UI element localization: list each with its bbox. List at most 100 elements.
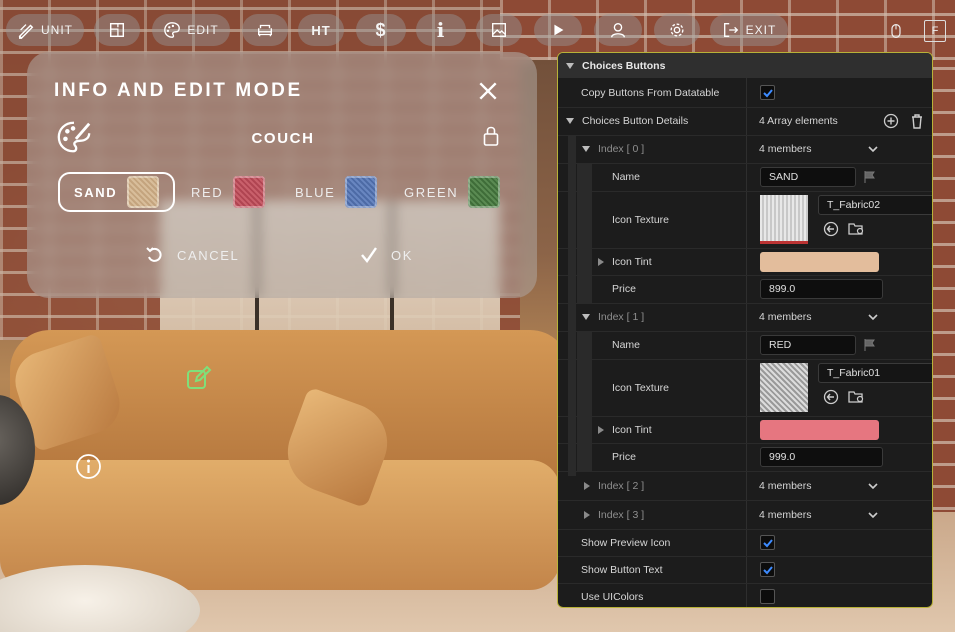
choice-label: GREEN xyxy=(404,184,459,200)
tint-color-swatch[interactable] xyxy=(760,420,879,440)
name-input[interactable]: SAND xyxy=(760,167,856,187)
sofa-icon xyxy=(258,24,272,37)
choices-details-row[interactable]: Choices Button Details 4 Array elements xyxy=(558,108,932,134)
trash-icon[interactable] xyxy=(910,113,924,129)
gallery-button[interactable] xyxy=(476,14,522,46)
texture-asset-field[interactable]: T_Fabric01 xyxy=(818,363,932,383)
choice-blue-button[interactable]: BLUE xyxy=(281,172,391,212)
mouse-icon xyxy=(885,20,907,42)
object-name: COUCH xyxy=(251,130,315,147)
expand-triangle-icon xyxy=(598,258,604,266)
flag-icon[interactable] xyxy=(863,170,877,184)
check-icon xyxy=(361,247,377,263)
browse-folder-icon[interactable] xyxy=(848,389,866,405)
name-label: Name xyxy=(612,171,641,183)
info-circle-icon[interactable] xyxy=(75,453,102,480)
add-element-icon[interactable] xyxy=(883,113,899,129)
unit-button[interactable]: UNIT xyxy=(6,14,84,46)
image-icon xyxy=(492,23,506,37)
flag-icon[interactable] xyxy=(863,338,877,352)
info-button[interactable]: i xyxy=(416,14,466,46)
height-button[interactable]: HT xyxy=(298,14,344,46)
expand-triangle-icon xyxy=(584,482,590,490)
index-2-row[interactable]: Index [ 2 ] 4 members xyxy=(558,472,932,500)
panel-title: INFO AND EDIT MODE xyxy=(54,80,303,101)
show-preview-icon-checkbox[interactable] xyxy=(760,535,775,550)
ok-button[interactable]: OK xyxy=(359,244,413,266)
tint-color-swatch[interactable] xyxy=(760,252,879,272)
furniture-button[interactable] xyxy=(242,14,288,46)
choice-label: RED xyxy=(191,184,224,200)
cancel-button[interactable]: CANCEL xyxy=(145,244,239,266)
members-count: 4 members xyxy=(759,311,812,323)
use-selected-icon[interactable] xyxy=(823,389,839,405)
choice-sand-button[interactable]: SAND xyxy=(58,172,176,212)
members-count: 4 members xyxy=(759,509,812,521)
chevron-down-icon[interactable] xyxy=(868,145,878,153)
texture-label: Icon Texture xyxy=(612,214,670,226)
index-1-row[interactable]: Index [ 1 ] 4 members xyxy=(558,304,932,330)
expand-triangle-icon xyxy=(584,511,590,519)
unit-label: UNIT xyxy=(41,23,73,37)
use-uicolors-label: Use UIColors xyxy=(581,591,644,603)
show-preview-icon-row: Show Preview Icon xyxy=(558,530,932,556)
use-selected-icon[interactable] xyxy=(823,221,839,237)
browse-folder-icon[interactable] xyxy=(848,221,866,237)
top-toolbar: UNIT EDIT HT $ i EXIT F xyxy=(0,14,955,48)
texture-asset-field[interactable]: T_Fabric02 xyxy=(818,195,932,215)
play-button[interactable] xyxy=(534,14,582,46)
choice-green-button[interactable]: GREEN xyxy=(390,172,514,212)
texture-thumbnail[interactable] xyxy=(760,363,808,412)
dollar-icon: $ xyxy=(375,19,387,40)
chevron-down-icon[interactable] xyxy=(868,511,878,519)
index-3-row[interactable]: Index [ 3 ] 4 members xyxy=(558,501,932,529)
profile-button[interactable] xyxy=(594,14,642,46)
name-label: Name xyxy=(612,339,641,351)
f-key-label: F xyxy=(931,25,939,37)
exit-button[interactable]: EXIT xyxy=(710,14,788,46)
lock-icon[interactable] xyxy=(483,125,499,147)
name-input[interactable]: RED xyxy=(760,335,856,355)
collapse-triangle-icon xyxy=(582,146,590,152)
chevron-down-icon[interactable] xyxy=(868,482,878,490)
members-count: 4 members xyxy=(759,143,812,155)
settings-button[interactable] xyxy=(654,14,700,46)
close-icon[interactable] xyxy=(477,80,499,102)
choice-red-button[interactable]: RED xyxy=(177,172,279,212)
choice-label: BLUE xyxy=(295,184,336,200)
choices-buttons-header[interactable]: Choices Buttons xyxy=(558,53,932,78)
use-uicolors-row: Use UIColors xyxy=(558,584,932,607)
fullscreen-key-button[interactable]: F xyxy=(924,20,946,42)
copy-buttons-checkbox[interactable] xyxy=(760,85,775,100)
info-icon: i xyxy=(436,18,446,42)
index-0-tint-row: Icon Tint xyxy=(558,249,932,275)
price-button[interactable]: $ xyxy=(356,14,406,46)
palette-brush-icon xyxy=(57,121,91,153)
texture-label: Icon Texture xyxy=(612,382,670,394)
choice-label: SAND xyxy=(74,184,118,200)
price-input[interactable]: 899.0 xyxy=(760,279,883,299)
texture-thumbnail[interactable] xyxy=(760,195,808,244)
check-icon xyxy=(762,565,773,574)
price-label: Price xyxy=(612,283,636,295)
play-icon xyxy=(554,24,564,36)
members-count: 4 members xyxy=(759,480,812,492)
show-button-text-checkbox[interactable] xyxy=(760,562,775,577)
edit-button[interactable]: EDIT xyxy=(152,14,230,46)
green-swatch xyxy=(468,176,501,208)
floorplan-button[interactable] xyxy=(94,14,140,46)
show-preview-icon-label: Show Preview Icon xyxy=(581,537,671,549)
palette-icon xyxy=(164,22,181,38)
edit-object-icon[interactable] xyxy=(186,365,212,391)
price-input[interactable]: 999.0 xyxy=(760,447,883,467)
collapse-triangle-icon xyxy=(566,118,574,124)
index-0-row[interactable]: Index [ 0 ] 4 members xyxy=(558,136,932,162)
index-1-texture-row: Icon Texture T_Fabric01 xyxy=(558,360,932,416)
red-swatch xyxy=(233,176,266,208)
array-count: 4 Array elements xyxy=(759,115,838,127)
price-label: Price xyxy=(612,451,636,463)
edit-label: EDIT xyxy=(187,23,219,37)
chevron-down-icon[interactable] xyxy=(868,313,878,321)
show-button-text-row: Show Button Text xyxy=(558,557,932,583)
use-uicolors-checkbox[interactable] xyxy=(760,589,775,604)
